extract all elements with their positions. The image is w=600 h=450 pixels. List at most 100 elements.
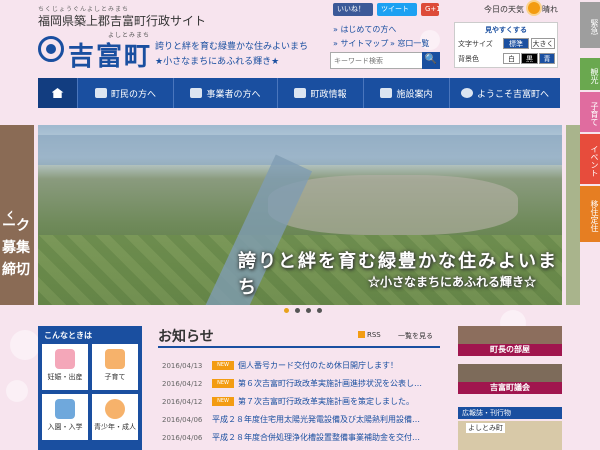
nav-facilities[interactable]: 施設案内 bbox=[364, 78, 450, 108]
banner-label: 町長の部屋 bbox=[458, 344, 562, 356]
document-icon bbox=[294, 88, 307, 98]
tagline: 誇りと絆を育む緑豊かな住みよいまち ★小さなまちにあふれる輝き★ bbox=[155, 40, 308, 70]
tile-label: 青少年・成人 bbox=[94, 423, 136, 431]
tile-youth-adult[interactable]: 青少年・成人 bbox=[92, 394, 138, 440]
weather-label: 今日の天気 bbox=[484, 5, 524, 14]
bg-black-button[interactable]: 黒 bbox=[521, 53, 538, 64]
slider-dots bbox=[284, 308, 322, 313]
news-item[interactable]: 2016/04/13 NEW 個人番号カード交付のため休日開庁します！ bbox=[158, 358, 440, 376]
nav-label: 町民の方へ bbox=[110, 89, 156, 100]
tagline-line1: 誇りと絆を育む緑豊かな住みよいまち bbox=[155, 42, 309, 52]
text-size-label: 文字サイズ bbox=[458, 40, 493, 48]
sea-area bbox=[38, 135, 562, 165]
publication-thumbnail[interactable]: よしとみ町 bbox=[458, 421, 562, 450]
nav-label: 事業者の方へ bbox=[206, 89, 261, 100]
nav-label: 施設案内 bbox=[396, 89, 433, 100]
side-tab-relocation[interactable]: 移住定住 bbox=[580, 186, 600, 242]
news-divider bbox=[158, 346, 440, 348]
people-icon bbox=[94, 88, 107, 98]
accessibility-title: 見やすくする bbox=[485, 26, 527, 34]
town-emblem-icon bbox=[460, 88, 473, 98]
news-date: 2016/04/12 bbox=[162, 398, 203, 406]
search-input[interactable] bbox=[331, 53, 423, 68]
nav-business[interactable]: 事業者の方へ bbox=[174, 78, 278, 108]
new-badge: NEW bbox=[212, 397, 234, 406]
tile-childcare[interactable]: 子育て bbox=[92, 344, 138, 390]
side-tab-emergency[interactable]: 緊急 bbox=[580, 2, 600, 48]
hero-slide-aerial-photo[interactable]: 誇りと絆を育む緑豊かな住みよいまち ☆小さなまちにあふれる輝き☆ bbox=[38, 125, 562, 305]
news-item[interactable]: 2016/04/06 平成２８年度住宅用太陽光発電設備及び太陽熱利用設備… bbox=[158, 412, 440, 430]
tile-school-entry[interactable]: 入園・入学 bbox=[42, 394, 88, 440]
new-badge: NEW bbox=[212, 361, 234, 370]
news-item[interactable]: 2016/04/12 NEW 第６次吉富町行政改革実施計画進捗状況を公表し… bbox=[158, 376, 440, 394]
home-icon bbox=[51, 88, 64, 98]
news-date: 2016/04/13 bbox=[162, 362, 203, 370]
publication-thumbnail-title: よしとみ町 bbox=[466, 423, 505, 433]
life-events-box: こんなときは 妊娠・出産 子育て 入園・入学 青少年・成人 bbox=[38, 326, 142, 450]
publications-header[interactable]: 広報誌・刊行物 bbox=[458, 407, 562, 419]
nav-label: ようこそ吉富町へ bbox=[476, 89, 549, 100]
accessibility-panel: 見やすくする 文字サイズ 標準 大きく 背景色 白 黒 青 bbox=[454, 22, 558, 68]
news-link[interactable]: 第７次吉富町行政改革実施計画を策定しました。 bbox=[238, 396, 438, 407]
town-name[interactable]: 吉富町 bbox=[68, 36, 152, 73]
baby-bottle-icon bbox=[105, 349, 125, 369]
nav-label: 町政情報 bbox=[310, 89, 347, 100]
bg-blue-button[interactable]: 青 bbox=[539, 53, 555, 64]
news-date: 2016/04/12 bbox=[162, 380, 203, 388]
building-icon bbox=[380, 88, 393, 98]
news-date: 2016/04/06 bbox=[162, 416, 203, 424]
nav-town-info[interactable]: 町政情報 bbox=[278, 78, 364, 108]
news-item[interactable]: 2016/04/12 NEW 第７次吉富町行政改革実施計画を策定しました。 bbox=[158, 394, 440, 412]
slider-dot-4[interactable] bbox=[317, 308, 322, 313]
tile-label: 入園・入学 bbox=[47, 423, 83, 431]
main-nav: 町民の方へ 事業者の方へ 町政情報 施設案内 ようこそ吉富町へ bbox=[38, 78, 560, 108]
text-size-standard-button[interactable]: 標準 bbox=[503, 38, 529, 49]
news-link[interactable]: 平成２８年度住宅用太陽光発電設備及び太陽熱利用設備… bbox=[212, 414, 438, 425]
tile-label: 子育て bbox=[104, 373, 126, 381]
news-link[interactable]: 平成２８年度合併処理浄化槽設置整備事業補助金を交付… bbox=[212, 432, 438, 443]
rss-link[interactable]: RSS bbox=[358, 331, 381, 339]
tile-pregnancy[interactable]: 妊娠・出産 bbox=[42, 344, 88, 390]
life-events-title: こんなときは bbox=[44, 331, 92, 340]
news-item[interactable]: 2016/04/06 平成２８年度合併処理浄化槽設置整備事業補助金を交付… bbox=[158, 430, 440, 448]
person-icon bbox=[190, 88, 203, 98]
tagline-line2: ★小さなまちにあふれる輝き★ bbox=[155, 57, 280, 67]
news-title: お知らせ bbox=[158, 329, 214, 345]
chevron-left-icon[interactable]: ‹ bbox=[6, 202, 14, 226]
next-slide-preview[interactable] bbox=[566, 125, 580, 305]
slider-dot-1[interactable] bbox=[284, 308, 289, 313]
facebook-like-button[interactable]: いいね！ bbox=[333, 3, 373, 16]
news-link[interactable]: 第６次吉富町行政改革実施計画進捗状況を公表し… bbox=[238, 378, 438, 389]
slider-dot-2[interactable] bbox=[295, 308, 300, 313]
google-plus-button[interactable]: G+1 bbox=[421, 3, 441, 16]
weather-value: 晴れ bbox=[542, 5, 558, 14]
slider-dot-3[interactable] bbox=[306, 308, 311, 313]
tile-label: 妊娠・出産 bbox=[47, 373, 83, 381]
bg-color-label: 背景色 bbox=[458, 55, 479, 63]
link-first-time[interactable]: はじめての方へ bbox=[333, 24, 396, 35]
news-link[interactable]: 個人番号カード交付のため休日開庁します！ bbox=[238, 360, 438, 371]
tweet-button[interactable]: ツイート bbox=[377, 3, 417, 16]
side-tab-events[interactable]: イベント bbox=[580, 134, 600, 184]
news-more-link[interactable]: 一覧を見る bbox=[398, 331, 433, 341]
side-tab-tourism[interactable]: 観光 bbox=[580, 58, 600, 90]
town-logo-icon[interactable] bbox=[38, 36, 64, 62]
text-size-large-button[interactable]: 大きく bbox=[531, 38, 555, 49]
link-sitemap[interactable]: サイトマップ bbox=[333, 38, 388, 49]
nav-welcome[interactable]: ようこそ吉富町へ bbox=[450, 78, 560, 108]
bg-white-button[interactable]: 白 bbox=[503, 53, 520, 64]
nav-home[interactable] bbox=[38, 78, 78, 108]
mayor-room-banner[interactable]: 町長の部屋 bbox=[458, 326, 562, 356]
search-box: 🔍 bbox=[330, 52, 440, 69]
search-icon[interactable]: 🔍 bbox=[422, 52, 440, 69]
nav-residents[interactable]: 町民の方へ bbox=[78, 78, 174, 108]
side-tab-childcare[interactable]: 子育て bbox=[580, 92, 600, 132]
hero-caption-sub: ☆小さなまちにあふれる輝き☆ bbox=[368, 275, 537, 289]
site-name: 福岡県築上郡吉富町行政サイト bbox=[38, 14, 207, 28]
link-window-list[interactable]: 窓口一覧 bbox=[390, 38, 429, 49]
graduate-icon bbox=[105, 399, 125, 419]
town-assembly-banner[interactable]: 吉富町議会 bbox=[458, 364, 562, 394]
mother-baby-icon bbox=[55, 349, 75, 369]
sun-icon bbox=[528, 2, 540, 14]
new-badge: NEW bbox=[212, 379, 234, 388]
